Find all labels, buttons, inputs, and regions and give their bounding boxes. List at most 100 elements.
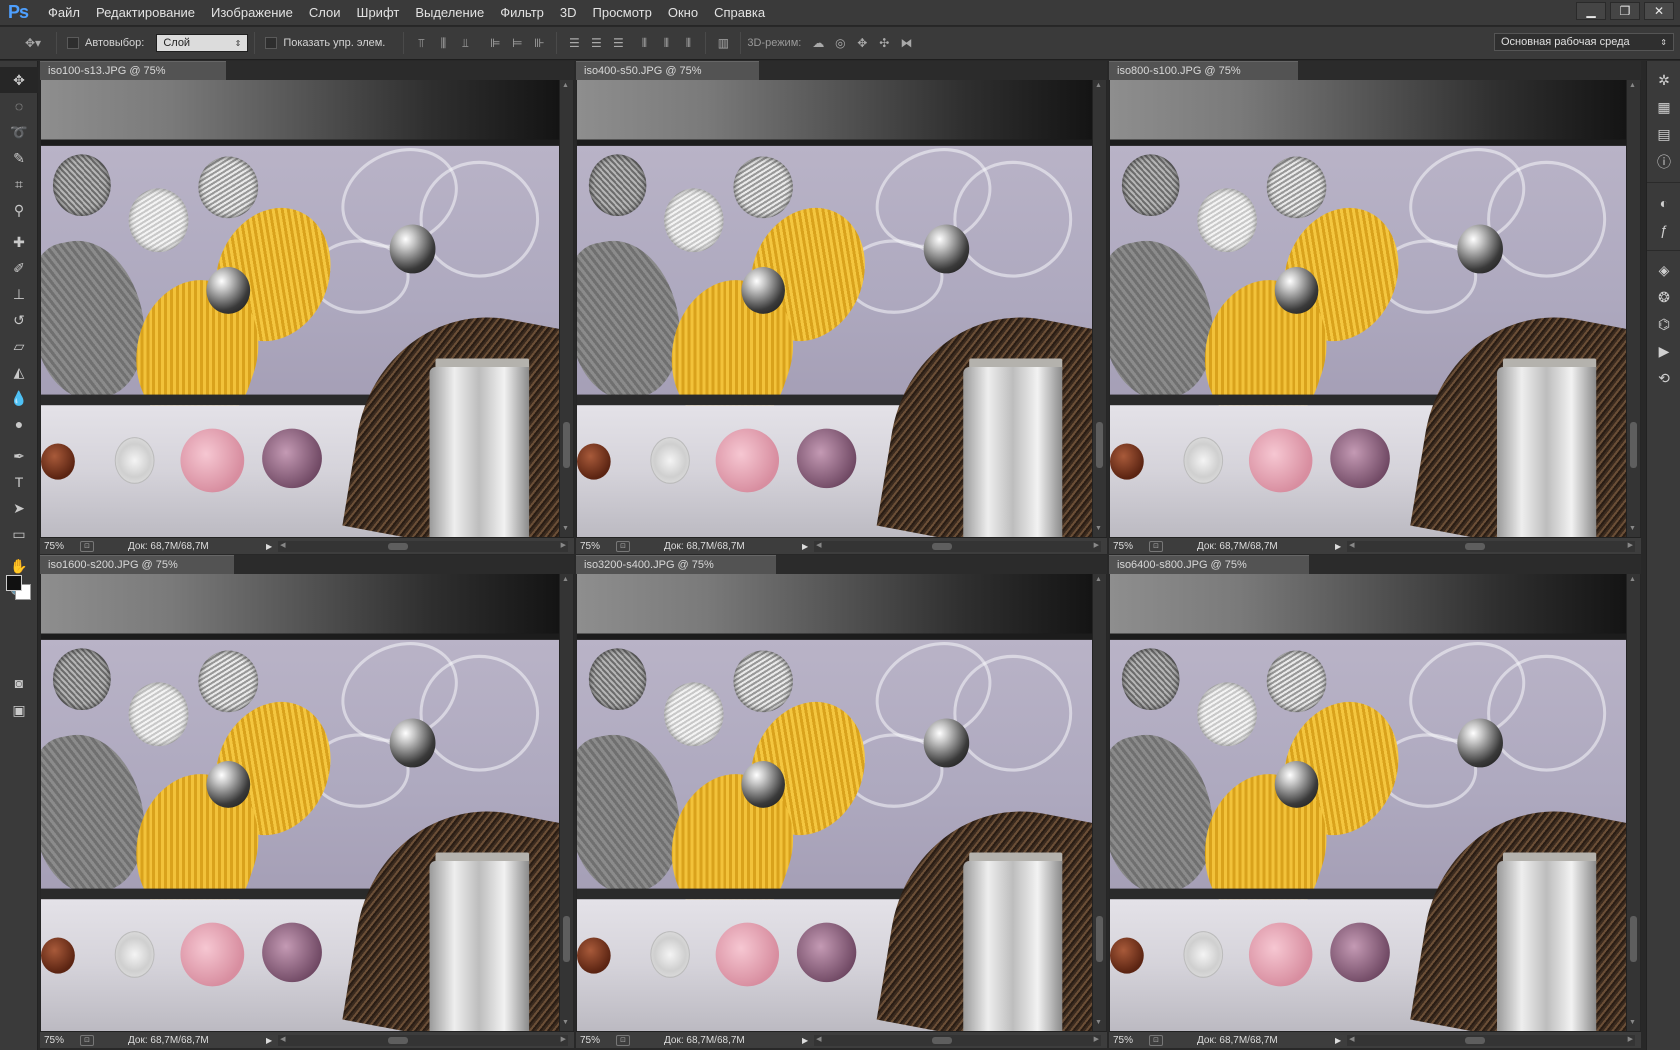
- horizontal-scrollbar[interactable]: ◀ ▶: [814, 540, 1101, 552]
- layers-panel-icon[interactable]: ◈: [1647, 257, 1680, 284]
- menu-window[interactable]: Окно: [660, 0, 706, 26]
- eyedropper-tool-icon[interactable]: ⚲: [0, 197, 38, 223]
- image-canvas[interactable]: [1110, 574, 1626, 1031]
- crop-tool-icon[interactable]: ⌗: [0, 171, 38, 197]
- scroll-down-icon[interactable]: ▼: [562, 1019, 569, 1026]
- menu-image[interactable]: Изображение: [203, 0, 301, 26]
- rectangle-tool-icon[interactable]: ▭: [0, 521, 38, 547]
- dodge-tool-icon[interactable]: ●: [0, 411, 38, 437]
- scroll-down-icon[interactable]: ▼: [562, 525, 569, 532]
- scroll-right-icon[interactable]: ▶: [561, 1035, 566, 1043]
- scroll-left-icon[interactable]: ◀: [816, 541, 821, 549]
- zoom-level[interactable]: 75%: [40, 1035, 80, 1046]
- vertical-scrollbar[interactable]: ▲ ▼: [1092, 80, 1106, 537]
- restore-button[interactable]: ❐: [1610, 2, 1640, 20]
- scroll-up-icon[interactable]: ▲: [1629, 82, 1636, 89]
- image-canvas[interactable]: [41, 574, 559, 1031]
- menu-layers[interactable]: Слои: [301, 0, 349, 26]
- scroll-down-icon[interactable]: ▼: [1095, 1019, 1102, 1026]
- horizontal-scrollbar[interactable]: ◀ ▶: [278, 1034, 568, 1046]
- distribute-vcenter-icon[interactable]: ☰: [587, 34, 605, 52]
- distribute-top-icon[interactable]: ☰: [565, 34, 583, 52]
- path-select-tool-icon[interactable]: ➤: [0, 495, 38, 521]
- menu-3d[interactable]: 3D: [552, 0, 585, 26]
- image-canvas[interactable]: [41, 80, 559, 537]
- move-tool-preset-icon[interactable]: ✥▾: [18, 34, 48, 52]
- scroll-thumb[interactable]: [1630, 916, 1637, 962]
- scroll-thumb[interactable]: [1096, 916, 1103, 962]
- menu-type[interactable]: Шрифт: [349, 0, 408, 26]
- scroll-right-icon[interactable]: ▶: [1094, 1035, 1099, 1043]
- horizontal-scrollbar[interactable]: ◀ ▶: [814, 1034, 1101, 1046]
- show-transform-controls-checkbox[interactable]: [265, 37, 278, 49]
- scroll-thumb[interactable]: [932, 542, 953, 550]
- scroll-down-icon[interactable]: ▼: [1095, 525, 1102, 532]
- workspace-dropdown[interactable]: Основная рабочая среда ⇕: [1494, 33, 1674, 51]
- scroll-right-icon[interactable]: ▶: [561, 541, 566, 549]
- status-menu-arrow-icon[interactable]: ▶: [1335, 542, 1341, 551]
- scroll-thumb[interactable]: [1465, 542, 1486, 550]
- scroll-thumb[interactable]: [388, 542, 409, 550]
- status-menu-arrow-icon[interactable]: ▶: [266, 542, 272, 551]
- zoom-level[interactable]: 75%: [576, 1035, 616, 1046]
- paths-panel-icon[interactable]: ⌬: [1647, 311, 1680, 338]
- horizontal-scrollbar[interactable]: ◀ ▶: [1347, 1034, 1635, 1046]
- actions-panel-icon[interactable]: ▶: [1647, 338, 1680, 365]
- scroll-left-icon[interactable]: ◀: [816, 1035, 821, 1043]
- align-vcenter-icon[interactable]: ⫼: [434, 34, 452, 52]
- scroll-left-icon[interactable]: ◀: [280, 541, 285, 549]
- autoselect-dropdown[interactable]: Слой ⇕: [156, 34, 249, 52]
- zoom-level[interactable]: 75%: [576, 541, 616, 552]
- distribute-bottom-icon[interactable]: ☰: [609, 34, 627, 52]
- document-tab[interactable]: iso6400-s800.JPG @ 75% (RGB/8)×: [1109, 555, 1309, 590]
- scroll-thumb[interactable]: [1465, 1036, 1486, 1044]
- scroll-left-icon[interactable]: ◀: [280, 1035, 285, 1043]
- foreground-color-swatch[interactable]: [6, 575, 22, 591]
- clone-stamp-tool-icon[interactable]: ⊥: [0, 281, 38, 307]
- marquee-tool-icon[interactable]: ◌: [0, 93, 38, 119]
- scroll-thumb[interactable]: [563, 422, 570, 468]
- history-panel-icon[interactable]: ⟲: [1647, 365, 1680, 392]
- swatches-panel-icon[interactable]: ▤: [1647, 121, 1680, 148]
- export-icon[interactable]: ⊡: [1149, 1034, 1163, 1046]
- scroll-down-icon[interactable]: ▼: [1629, 525, 1636, 532]
- screen-mode-icon[interactable]: ▣: [0, 697, 38, 723]
- document-tab[interactable]: iso3200-s400.JPG @ 75% (RGB/8)×: [576, 555, 776, 590]
- export-icon[interactable]: ⊡: [616, 1034, 630, 1046]
- align-hcenter-icon[interactable]: ⊨: [508, 34, 526, 52]
- image-canvas[interactable]: [1110, 80, 1626, 537]
- menu-file[interactable]: Файл: [40, 0, 88, 26]
- image-canvas[interactable]: [577, 574, 1092, 1031]
- scroll-left-icon[interactable]: ◀: [1349, 1035, 1354, 1043]
- scroll-thumb[interactable]: [1096, 422, 1103, 468]
- distribute-hcenter-icon[interactable]: ⦀: [657, 34, 675, 52]
- color-panel-icon[interactable]: ▦: [1647, 94, 1680, 121]
- lasso-tool-icon[interactable]: ➰: [0, 119, 38, 145]
- export-icon[interactable]: ⊡: [1149, 540, 1163, 552]
- menu-view[interactable]: Просмотр: [585, 0, 660, 26]
- type-tool-icon[interactable]: T: [0, 469, 38, 495]
- minimize-button[interactable]: ▁: [1576, 2, 1606, 20]
- export-icon[interactable]: ⊡: [80, 540, 94, 552]
- info-panel-icon[interactable]: ⓘ: [1647, 148, 1680, 175]
- zoom-level[interactable]: 75%: [1109, 541, 1149, 552]
- scroll-down-icon[interactable]: ▼: [1629, 1019, 1636, 1026]
- align-bottom-icon[interactable]: ⫫: [456, 34, 474, 52]
- styles-panel-icon[interactable]: ƒ: [1647, 216, 1680, 243]
- eraser-tool-icon[interactable]: ▱: [0, 333, 38, 359]
- scroll-thumb[interactable]: [1630, 422, 1637, 468]
- status-menu-arrow-icon[interactable]: ▶: [1335, 1036, 1341, 1045]
- menu-select[interactable]: Выделение: [407, 0, 492, 26]
- quick-select-tool-icon[interactable]: ✎: [0, 145, 38, 171]
- healing-brush-tool-icon[interactable]: ✚: [0, 229, 38, 255]
- pen-tool-icon[interactable]: ✒: [0, 443, 38, 469]
- 3d-orbit-icon[interactable]: ☁: [809, 34, 827, 52]
- zoom-level[interactable]: 75%: [40, 541, 80, 552]
- document-tab[interactable]: iso1600-s200.JPG @ 75% (RGB/8)×: [40, 555, 234, 590]
- vertical-scrollbar[interactable]: ▲ ▼: [1626, 574, 1640, 1031]
- scroll-up-icon[interactable]: ▲: [562, 576, 569, 583]
- blur-tool-icon[interactable]: 💧: [0, 385, 38, 411]
- horizontal-scrollbar[interactable]: ◀ ▶: [278, 540, 568, 552]
- scroll-thumb[interactable]: [563, 916, 570, 962]
- move-tool-icon[interactable]: ✥: [0, 67, 38, 93]
